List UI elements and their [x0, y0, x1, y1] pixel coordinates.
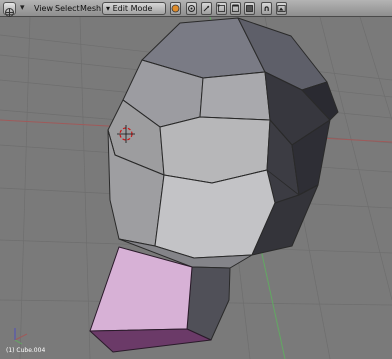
3d-view-header: ▾ View Select Mesh ▾ Edit Mode ∩ [0, 0, 392, 17]
face-select-icon [246, 5, 253, 12]
vertex-select-button[interactable] [216, 2, 227, 15]
pivot-button[interactable] [186, 2, 197, 15]
mode-arrow: ▾ [106, 4, 111, 13]
snap-button[interactable] [276, 2, 287, 15]
3d-viewport[interactable] [0, 17, 392, 359]
menu-mesh[interactable]: Mesh [80, 2, 101, 15]
pivot-icon [188, 5, 195, 12]
collapse-menus-arrow[interactable]: ▾ [20, 3, 25, 16]
menu-view[interactable]: View [34, 2, 53, 15]
mode-select[interactable]: ▾ Edit Mode [102, 2, 166, 15]
manipulator-icon [203, 5, 210, 12]
vertex-select-icon [217, 4, 225, 12]
editor-type-button[interactable] [3, 2, 16, 17]
proportional-edit-button[interactable]: ∩ [261, 2, 272, 15]
render-icon [277, 5, 286, 12]
manipulator-button[interactable] [201, 2, 212, 15]
object-info-label: (1) Cube.004 [6, 347, 46, 354]
mesh-face [199, 71, 271, 121]
edge-select-button[interactable] [230, 2, 241, 15]
magnet-icon: ∩ [263, 4, 270, 13]
face-select-button[interactable] [244, 2, 255, 15]
draw-type-button[interactable] [170, 2, 181, 15]
menu-select[interactable]: Select [55, 2, 80, 15]
sphere-icon [171, 4, 180, 13]
edge-select-icon [232, 4, 239, 12]
mode-label: Edit Mode [112, 4, 153, 13]
